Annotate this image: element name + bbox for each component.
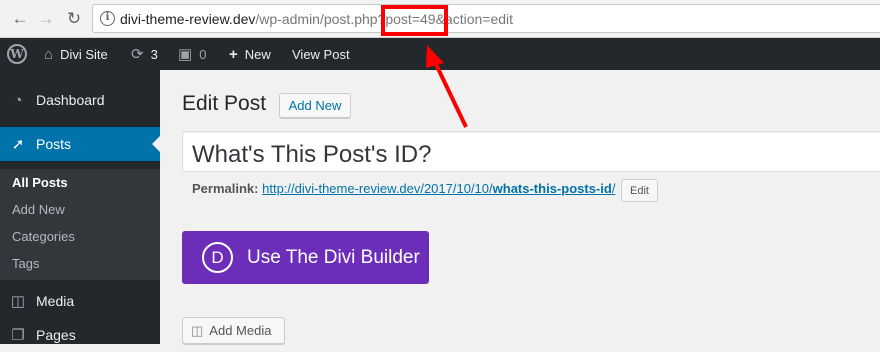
pin-icon: ➚: [11, 136, 25, 153]
new-label: New: [244, 46, 271, 62]
view-post-label: View Post: [292, 46, 350, 62]
posts-submenu: All Posts Add New Categories Tags: [0, 169, 160, 280]
url-host: divi-theme-review.dev: [120, 11, 256, 27]
media-icon: ◫: [191, 322, 204, 338]
add-media-button[interactable]: ◫ Add Media: [182, 317, 285, 344]
sidebar-item-media[interactable]: ◫ Media: [0, 284, 160, 318]
admin-sidebar: ◔ Dashboard ➚ Posts All Posts Add New Ca…: [0, 70, 160, 344]
view-post-link[interactable]: View Post: [292, 38, 350, 70]
permalink-trail: /: [611, 181, 616, 196]
site-name-link[interactable]: ⌂ Divi Site: [44, 38, 108, 70]
permalink-base: http://divi-theme-review.dev/2017/10/10/: [262, 181, 493, 196]
sidebar-item-dashboard[interactable]: ◔ Dashboard: [0, 83, 160, 117]
address-bar[interactable]: i divi-theme-review.dev/wp-admin/post.ph…: [92, 4, 880, 33]
add-media-label: Add Media: [209, 323, 272, 338]
browser-toolbar: ← → ↻ i divi-theme-review.dev/wp-admin/p…: [0, 0, 880, 38]
submenu-all-posts[interactable]: All Posts: [12, 175, 68, 190]
home-icon: ⌂: [44, 45, 54, 63]
sidebar-item-posts[interactable]: ➚ Posts: [0, 127, 160, 161]
post-title-input[interactable]: What's This Post's ID?: [182, 131, 880, 172]
pages-icon: ❐: [11, 327, 25, 344]
site-name: Divi Site: [60, 46, 108, 62]
updates-icon: ⟳: [131, 46, 144, 63]
sidebar-item-label: Pages: [36, 327, 76, 343]
submenu-add-new[interactable]: Add New: [12, 202, 65, 217]
comment-icon: ▣: [178, 46, 193, 63]
permalink-slug: whats-this-posts-id: [492, 181, 612, 196]
divi-logo-icon: D: [202, 242, 233, 273]
edit-permalink-button[interactable]: Edit: [621, 179, 658, 202]
page-title: Edit Post: [182, 92, 267, 115]
sidebar-item-label: Dashboard: [36, 92, 105, 108]
permalink-row: Permalink: http://divi-theme-review.dev/…: [192, 181, 615, 196]
info-icon[interactable]: i: [100, 11, 115, 26]
divi-builder-button[interactable]: D Use The Divi Builder: [182, 231, 429, 284]
divi-builder-label: Use The Divi Builder: [247, 246, 420, 268]
updates-count: 3: [150, 46, 158, 62]
sidebar-item-label: Media: [36, 293, 75, 309]
url-text[interactable]: divi-theme-review.dev/wp-admin/post.php?…: [120, 11, 513, 27]
media-icon: ◫: [10, 293, 26, 310]
submenu-categories[interactable]: Categories: [12, 229, 75, 244]
updates-link[interactable]: ⟳ 3: [131, 38, 158, 70]
sidebar-item-label: Posts: [36, 136, 72, 152]
reload-icon[interactable]: ↻: [64, 9, 84, 29]
sidebar-item-pages[interactable]: ❐ Pages: [0, 318, 160, 352]
back-arrow-icon[interactable]: ←: [10, 9, 30, 29]
wordpress-logo[interactable]: W: [7, 38, 27, 70]
dashboard-icon: ◔: [13, 91, 23, 109]
permalink-link[interactable]: http://divi-theme-review.dev/2017/10/10/…: [262, 181, 615, 196]
highlight-box: [381, 5, 448, 36]
new-content-link[interactable]: + New: [229, 38, 271, 70]
submenu-tags[interactable]: Tags: [12, 256, 39, 271]
current-indicator: [152, 136, 160, 152]
wordpress-icon: W: [7, 44, 27, 64]
url-path: /wp-admin/post.php: [255, 11, 378, 27]
plus-icon: +: [229, 45, 238, 63]
forward-arrow-icon[interactable]: →: [36, 9, 56, 29]
permalink-label: Permalink:: [192, 181, 259, 196]
wp-admin-bar: W ⌂ Divi Site ⟳ 3 ▣ 0 + New View Post: [0, 38, 880, 70]
add-new-button[interactable]: Add New: [279, 93, 351, 118]
comments-count: 0: [199, 46, 207, 62]
comments-link[interactable]: ▣ 0: [178, 38, 206, 70]
